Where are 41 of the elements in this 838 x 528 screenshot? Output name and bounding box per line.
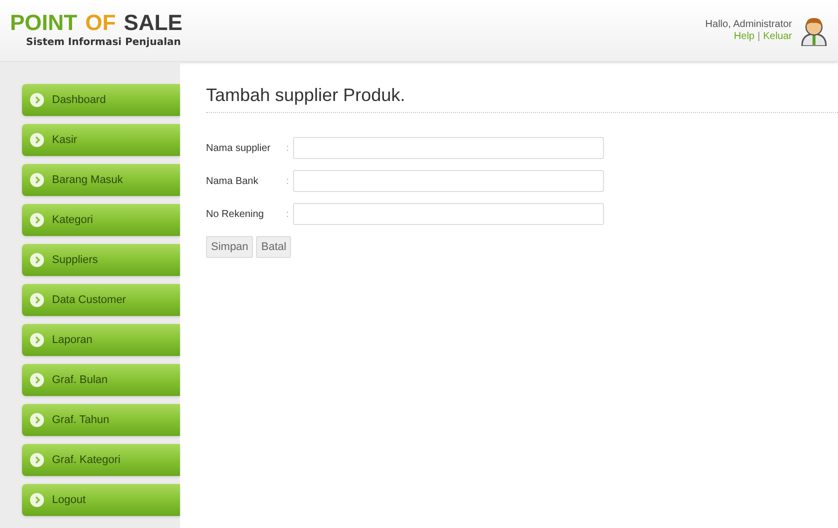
chevron-circle-icon bbox=[30, 453, 44, 467]
logo-subtitle: Sistem Informasi Penjualan bbox=[26, 36, 182, 50]
chevron-circle-icon bbox=[30, 93, 44, 107]
chevron-circle-icon bbox=[30, 413, 44, 427]
sidebar-item[interactable]: Suppliers bbox=[22, 244, 180, 276]
field-colon: : bbox=[286, 174, 290, 188]
logo-title: POINT OF SALE bbox=[10, 12, 182, 34]
form-button[interactable]: Simpan bbox=[206, 236, 254, 258]
page-title: Tambah supplier Produk. bbox=[206, 82, 838, 113]
chevron-circle-icon bbox=[30, 133, 44, 147]
chevron-circle-icon bbox=[30, 493, 44, 507]
field-colon: : bbox=[286, 208, 290, 222]
chevron-circle-icon bbox=[30, 333, 44, 347]
sidebar-item[interactable]: Logout bbox=[22, 484, 180, 516]
chevron-circle-icon bbox=[30, 293, 44, 307]
field-label: Nama supplier bbox=[206, 142, 272, 156]
sidebar-item[interactable]: Barang Masuk bbox=[22, 164, 180, 196]
sidebar-item[interactable]: Graf. Tahun bbox=[22, 404, 180, 436]
sidebar-item[interactable]: Graf. Kategori bbox=[22, 444, 180, 476]
sidebar-item[interactable]: Laporan bbox=[22, 324, 180, 356]
header-link[interactable]: Help bbox=[734, 30, 754, 42]
greeting-text: Hallo, Administrator bbox=[705, 18, 792, 30]
chevron-circle-icon bbox=[30, 213, 44, 227]
input-field[interactable] bbox=[293, 170, 604, 192]
header-link[interactable]: Keluar bbox=[763, 30, 792, 42]
chevron-circle-icon bbox=[30, 373, 44, 387]
field-label: No Rekening bbox=[206, 208, 265, 222]
sidebar-item[interactable]: Dashboard bbox=[22, 84, 180, 116]
chevron-circle-icon bbox=[30, 253, 44, 267]
sidebar-item[interactable]: Kategori bbox=[22, 204, 180, 236]
input-field[interactable] bbox=[293, 137, 604, 159]
sidebar-item[interactable]: Kasir bbox=[22, 124, 180, 156]
sidebar-item[interactable]: Graf. Bulan bbox=[22, 364, 180, 396]
form-button[interactable]: Batal bbox=[256, 236, 292, 258]
field-label: Nama Bank bbox=[206, 174, 260, 188]
input-field[interactable] bbox=[293, 203, 604, 225]
link-separator: | bbox=[757, 30, 760, 42]
user-avatar-icon bbox=[800, 16, 828, 46]
sidebar-item[interactable]: Data Customer bbox=[22, 284, 180, 316]
chevron-circle-icon bbox=[30, 173, 44, 187]
field-colon: : bbox=[286, 142, 290, 156]
